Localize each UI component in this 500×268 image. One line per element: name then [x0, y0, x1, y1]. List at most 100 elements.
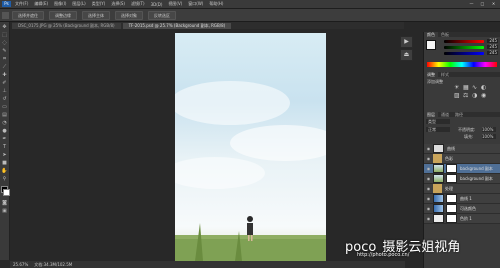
layer-mask-thumbnail[interactable]: [446, 194, 457, 203]
hand-tool-icon[interactable]: ✋: [1, 168, 8, 174]
balance-icon[interactable]: ⚖: [463, 92, 468, 99]
select-subject-button[interactable]: 选择主体: [82, 10, 110, 20]
lasso-tool-icon[interactable]: ◌: [1, 40, 8, 46]
layer-group-row[interactable]: ◉ 色彩: [424, 154, 500, 164]
green-slider[interactable]: [444, 46, 484, 49]
layer-name: 色阶 1: [460, 215, 472, 221]
tab-adjustments[interactable]: 调整: [424, 72, 438, 77]
eye-icon[interactable]: ◉: [426, 206, 431, 211]
layer-mask-thumbnail[interactable]: [446, 204, 457, 213]
zoom-tool-icon[interactable]: ⚲: [1, 176, 8, 182]
clone-stamp-icon[interactable]: ⊥: [1, 88, 8, 94]
path-select-icon[interactable]: ➤: [1, 152, 8, 158]
menu-filter[interactable]: 滤镜(T): [131, 1, 145, 7]
eye-icon[interactable]: ◉: [426, 186, 431, 191]
tool-preset-icon[interactable]: [2, 11, 9, 19]
tab-layers[interactable]: 图层: [424, 112, 438, 117]
menu-select[interactable]: 选择(S): [111, 1, 125, 7]
eye-icon[interactable]: ◉: [426, 156, 431, 161]
layer-row[interactable]: ◉ 色阶 1: [424, 214, 500, 224]
menu-file[interactable]: 文件(F): [15, 1, 28, 7]
move-tool-icon[interactable]: ✥: [1, 24, 8, 30]
type-tool-icon[interactable]: T: [1, 144, 8, 150]
dodge-tool-icon[interactable]: ●: [1, 128, 8, 134]
tab-document-1[interactable]: DSC_0175.JPG @ 25% (Background 副本, RGB/8…: [12, 23, 121, 29]
invert-selection-button[interactable]: 反转选区: [148, 10, 176, 20]
select-and-mask-button[interactable]: 选择并遮住: [12, 10, 44, 20]
screen-mode-icon[interactable]: ▣: [1, 208, 8, 214]
shape-tool-icon[interactable]: ■: [1, 160, 8, 166]
levels-icon[interactable]: ▦: [463, 84, 469, 91]
layer-kind-filter[interactable]: 类型: [426, 119, 450, 124]
curves-icon[interactable]: ∿: [472, 84, 477, 91]
brush-tool-icon[interactable]: ✐: [1, 80, 8, 86]
select-object-button[interactable]: 选择对象: [115, 10, 143, 20]
photo-filter-icon[interactable]: ◉: [481, 92, 486, 99]
menu-help[interactable]: 帮助(H): [209, 1, 223, 7]
eye-icon[interactable]: ◉: [426, 216, 431, 221]
layer-mask-thumbnail[interactable]: [446, 164, 457, 173]
layer-row[interactable]: ◉ 曲线: [424, 144, 500, 154]
red-slider[interactable]: [444, 40, 484, 43]
hue-icon[interactable]: ▨: [454, 92, 460, 99]
tab-swatches[interactable]: 色板: [438, 32, 452, 37]
blue-slider[interactable]: [444, 52, 484, 55]
tab-color[interactable]: 颜色: [424, 32, 438, 37]
menu-window[interactable]: 窗口(W): [188, 1, 203, 7]
eye-icon[interactable]: ◉: [426, 196, 431, 201]
fill-value[interactable]: 100%: [482, 134, 496, 139]
blue-value[interactable]: 245: [487, 51, 498, 55]
menu-type[interactable]: 类型(Y): [92, 1, 106, 7]
zoom-level[interactable]: 25.67%: [13, 262, 28, 267]
quick-select-tool-icon[interactable]: ✎: [1, 48, 8, 54]
eye-icon[interactable]: ◉: [426, 176, 431, 181]
color-ramp[interactable]: [427, 62, 497, 67]
history-icon[interactable]: ⏏: [400, 49, 413, 61]
exposure-icon[interactable]: ◐: [481, 84, 486, 91]
marquee-tool-icon[interactable]: ⬚: [1, 32, 8, 38]
background-color-swatch[interactable]: [3, 189, 10, 196]
layer-row[interactable]: ◉ 可选颜色: [424, 204, 500, 214]
blend-mode-select[interactable]: 正常: [426, 127, 450, 132]
brightness-icon[interactable]: ☀: [454, 84, 459, 91]
eyedropper-tool-icon[interactable]: ⟋: [1, 64, 8, 70]
minimize-icon[interactable]: —: [468, 1, 475, 7]
maximize-icon[interactable]: □: [479, 1, 486, 7]
opacity-value[interactable]: 100%: [482, 127, 496, 132]
menu-edit[interactable]: 编辑(E): [34, 1, 48, 7]
green-value[interactable]: 245: [487, 45, 498, 49]
refine-edge-button[interactable]: 调整边缘: [49, 10, 77, 20]
blur-tool-icon[interactable]: ◔: [1, 120, 8, 126]
menu-image[interactable]: 图像(I): [54, 1, 66, 7]
layer-row[interactable]: ◉ 曲线 1: [424, 194, 500, 204]
bw-icon[interactable]: ◑: [472, 92, 477, 99]
menu-layer[interactable]: 图层(L): [72, 1, 85, 7]
red-value[interactable]: 245: [487, 39, 498, 43]
tab-document-2[interactable]: TF-2015.psd @ 25.7% (Background 副本, RGB/…: [122, 23, 232, 29]
eye-icon[interactable]: ◉: [426, 146, 431, 151]
menu-bar: Ps 文件(F) 编辑(E) 图像(I) 图层(L) 类型(Y) 选择(S) 滤…: [0, 0, 500, 9]
layer-mask-thumbnail[interactable]: [446, 214, 457, 223]
color-panel-tabs: 颜色 色板: [424, 32, 500, 37]
eye-icon[interactable]: ◉: [426, 166, 431, 171]
crop-tool-icon[interactable]: ⌗: [1, 56, 8, 62]
pen-tool-icon[interactable]: ✒: [1, 136, 8, 142]
gradient-tool-icon[interactable]: ▤: [1, 112, 8, 118]
history-brush-icon[interactable]: ↺: [1, 96, 8, 102]
eraser-tool-icon[interactable]: ▭: [1, 104, 8, 110]
close-icon[interactable]: ✕: [490, 1, 497, 7]
tab-channels[interactable]: 通道: [438, 112, 452, 117]
layer-mask-thumbnail[interactable]: [446, 174, 457, 183]
healing-brush-icon[interactable]: ✚: [1, 72, 8, 78]
color-preview-swatch[interactable]: [426, 40, 436, 50]
menu-3d[interactable]: 3D(D): [151, 2, 163, 7]
layer-group-row[interactable]: ◉ 处理: [424, 184, 500, 194]
layer-row[interactable]: ◉ background 副本: [424, 164, 500, 174]
document-canvas[interactable]: [175, 33, 326, 261]
tab-styles[interactable]: 样式: [438, 72, 452, 77]
play-icon[interactable]: ▶: [400, 36, 413, 48]
layer-row[interactable]: ◉ background 副本: [424, 174, 500, 184]
quick-mask-icon[interactable]: ◙: [1, 200, 8, 206]
menu-view[interactable]: 视图(V): [168, 1, 182, 7]
tab-paths[interactable]: 路径: [452, 112, 466, 117]
